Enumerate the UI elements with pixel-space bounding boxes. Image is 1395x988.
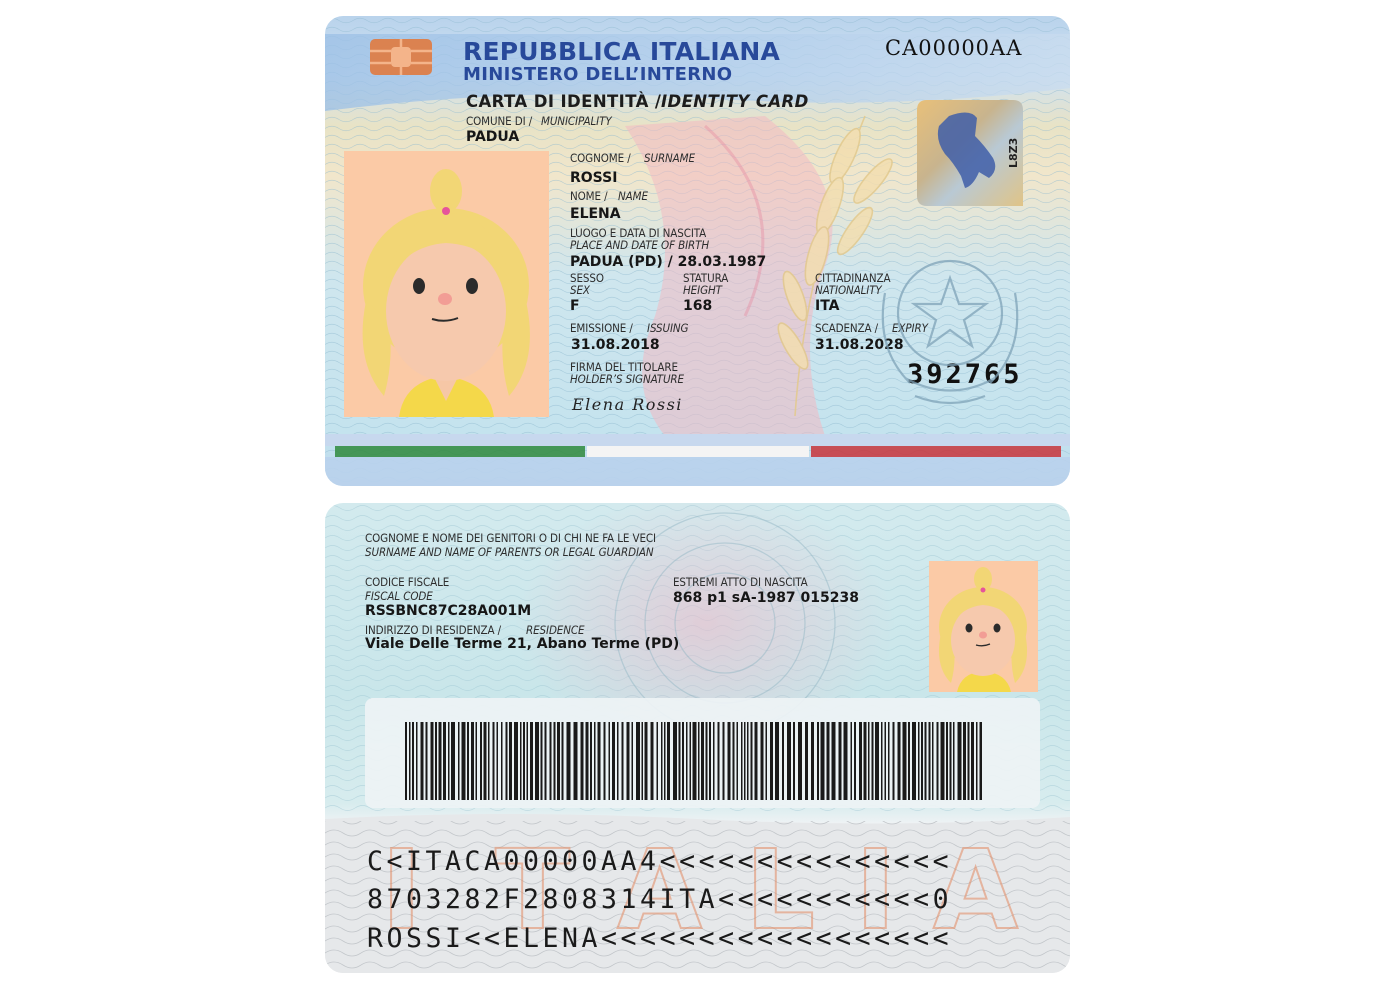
name-label-it: NOME /: [570, 189, 608, 203]
municipality-label-it: COMUNE DI /: [466, 114, 533, 128]
birth-value: PADUA (PD) / 28.03.1987: [570, 254, 767, 270]
issuing-label-it: EMISSIONE /: [570, 321, 633, 335]
surname-value: ROSSI: [570, 170, 618, 186]
residence-label-en: RESIDENCE: [526, 623, 585, 637]
ghost-portrait-photo: [929, 561, 1038, 692]
issuing-label-en: ISSUING: [647, 321, 689, 335]
hologram-code: L8Z3: [1007, 138, 1020, 168]
municipality-label-en: MUNICIPALITY: [541, 114, 612, 128]
birth-record-label-it: ESTREMI ATTO DI NASCITA: [673, 575, 808, 589]
header-republic: REPUBBLICA ITALIANA: [463, 37, 781, 66]
parents-label-en: SURNAME AND NAME OF PARENTS OR LEGAL GUA…: [365, 545, 654, 559]
fiscal-code-label-it: CODICE FISCALE: [365, 575, 450, 589]
portrait-photo: [344, 151, 549, 417]
name-label-en: NAME: [618, 189, 648, 203]
municipality-value: PADUA: [466, 129, 520, 145]
holder-signature: Elena Rossi: [572, 395, 683, 414]
id-card-front: REPUBBLICA ITALIANA MINISTERO DELL’INTER…: [325, 16, 1070, 486]
hologram-icon: L8Z3: [917, 100, 1023, 206]
header-ministry: MINISTERO DELL’INTERNO: [463, 64, 733, 85]
name-value: ELENA: [570, 206, 621, 222]
height-value: 168: [683, 298, 713, 314]
residence-label-it: INDIRIZZO DI RESIDENZA /: [365, 623, 502, 637]
chip-icon: [370, 39, 432, 75]
card-title-en: IDENTITY CARD: [661, 92, 809, 111]
sex-label-en: SEX: [570, 283, 590, 297]
fiscal-code-value: RSSBNC87C28A001M: [365, 603, 532, 619]
mrz-line-2: 8703282F2808314ITA<<<<<<<<<<<0: [367, 884, 953, 915]
parents-label-it: COGNOME E NOME DEI GENITORI O DI CHI NE …: [365, 531, 656, 545]
signature-label-en: HOLDER’S SIGNATURE: [570, 372, 684, 386]
mrz-line-1: C<ITACA00000AA4<<<<<<<<<<<<<<<: [367, 846, 953, 877]
nationality-value: ITA: [815, 298, 840, 314]
emblem-icon: [881, 259, 1019, 405]
height-label-en: HEIGHT: [683, 283, 722, 297]
fiscal-code-label-en: FISCAL CODE: [365, 589, 433, 603]
residence-value: Viale Delle Terme 21, Abano Terme (PD): [365, 636, 680, 652]
document-number: CA00000AA: [885, 36, 1023, 60]
sex-value: F: [570, 298, 580, 314]
mrz-line-3: ROSSI<<ELENA<<<<<<<<<<<<<<<<<<: [367, 923, 953, 954]
birth-label-en: PLACE AND DATE OF BIRTH: [570, 238, 710, 252]
barcode-icon: [405, 722, 982, 800]
card-title-it: CARTA DI IDENTITÀ /: [466, 92, 662, 111]
issuing-value: 31.08.2018: [571, 337, 660, 353]
surname-label-it: COGNOME /: [570, 151, 631, 165]
surname-label-en: SURNAME: [644, 151, 695, 165]
id-card-back: COGNOME E NOME DEI GENITORI O DI CHI NE …: [325, 503, 1070, 973]
birth-record-value: 868 p1 sA-1987 015238: [673, 590, 859, 606]
